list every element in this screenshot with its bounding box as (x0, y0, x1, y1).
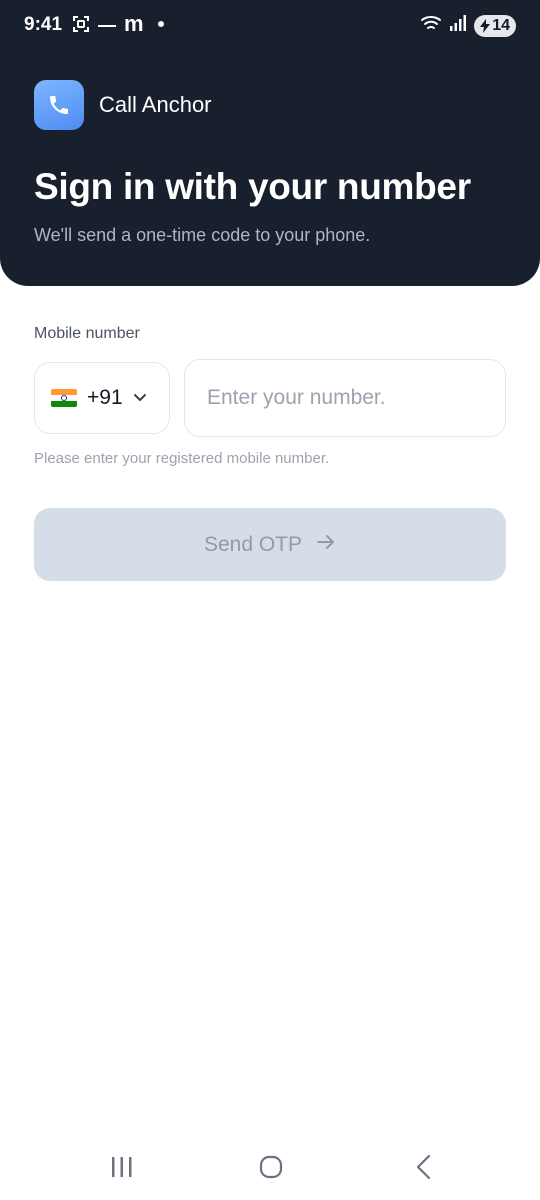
battery-level: 14 (492, 16, 510, 34)
back-icon[interactable] (414, 1154, 434, 1185)
phone-number-input[interactable] (184, 359, 506, 437)
status-bar: 9:41 m 14 (0, 0, 540, 50)
send-otp-label: Send OTP (203, 532, 303, 556)
charging-icon (480, 18, 491, 33)
m-app-icon: m (124, 11, 144, 36)
page-subtitle: We'll send a one-time code to your phone… (34, 225, 371, 245)
status-system-icons: 14 (420, 14, 516, 37)
notification-dot-icon (157, 21, 164, 27)
recents-icon[interactable] (110, 1156, 134, 1183)
wifi-icon (420, 14, 442, 37)
country-code-selector[interactable]: +91 (34, 362, 170, 434)
screenshot-icon (72, 15, 90, 33)
status-time: 9:41 (24, 14, 63, 35)
arrow-right-icon (316, 533, 336, 557)
header: 9:41 m 14 Call Anchor Sign in with your … (0, 0, 540, 286)
system-navigation-bar (0, 1140, 540, 1200)
small-logo-icon (98, 25, 116, 29)
country-code: +91 (87, 386, 123, 409)
app-brand: Call Anchor (34, 80, 212, 130)
helper-text: Please enter your registered mobile numb… (34, 450, 330, 467)
battery-indicator: 14 (474, 14, 516, 37)
signal-icon (450, 15, 467, 36)
home-icon[interactable] (258, 1154, 284, 1185)
status-notification-icons: m (72, 11, 164, 36)
india-flag-icon (51, 389, 77, 407)
send-otp-button[interactable]: Send OTP (34, 508, 506, 581)
mobile-number-label: Mobile number (34, 325, 140, 342)
phone-icon (34, 80, 84, 130)
app-name: Call Anchor (99, 92, 212, 117)
page-title: Sign in with your number (34, 166, 471, 207)
chevron-down-icon (133, 389, 147, 407)
